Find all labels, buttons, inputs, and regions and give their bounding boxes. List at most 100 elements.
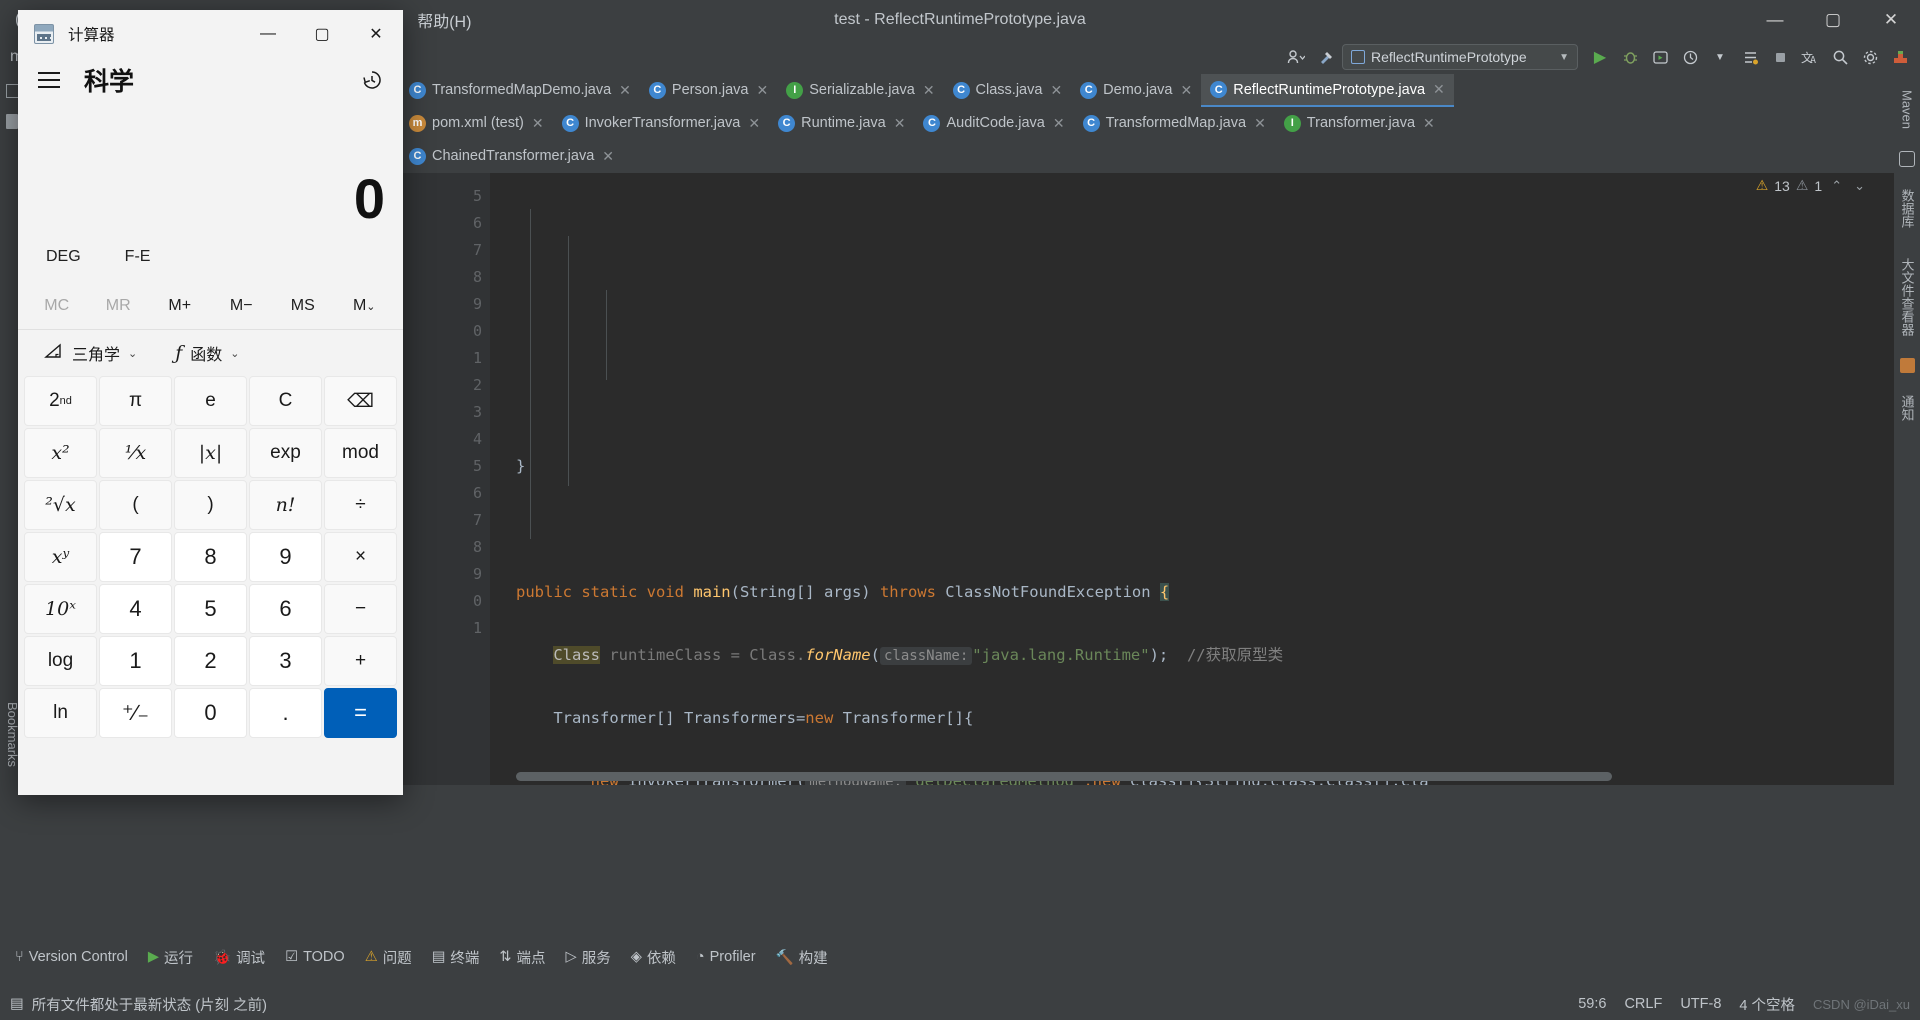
status-encoding[interactable]: UTF-8 bbox=[1680, 996, 1721, 1012]
calculator-display[interactable]: 0 bbox=[18, 103, 403, 231]
key-4[interactable]: 4 bbox=[99, 584, 172, 634]
trigonometry-dropdown[interactable]: 三角学 ⌄ bbox=[44, 341, 137, 365]
run-configuration-selector[interactable]: ReflectRuntimePrototype ▼ bbox=[1342, 44, 1578, 70]
key-ten-power-x[interactable]: 10ˣ bbox=[24, 584, 97, 634]
ide-maximize-button[interactable]: ▢ bbox=[1804, 0, 1862, 40]
previous-problem-icon[interactable]: ⌃ bbox=[1828, 178, 1845, 194]
tab-invokertransformer[interactable]: C InvokerTransformer.java ✕ bbox=[553, 107, 770, 140]
tab-auditcode[interactable]: C AuditCode.java ✕ bbox=[914, 107, 1073, 140]
bottom-item-version-control[interactable]: ⑂ Version Control bbox=[6, 946, 137, 968]
tab-reflectruntimeprototype[interactable]: C ReflectRuntimePrototype.java ✕ bbox=[1201, 74, 1454, 107]
key-e[interactable]: e bbox=[174, 376, 247, 426]
tab-transformer[interactable]: I Transformer.java ✕ bbox=[1275, 107, 1444, 140]
bottom-item-profiler[interactable]: ◔ Profiler bbox=[687, 946, 765, 968]
settings-gear-icon[interactable] bbox=[1856, 43, 1884, 71]
status-indent[interactable]: 4 个空格 bbox=[1739, 994, 1795, 1015]
close-icon[interactable]: ✕ bbox=[1053, 115, 1065, 132]
bottom-item-endpoints[interactable]: ⇅ 端点 bbox=[490, 944, 554, 971]
tab-runtime[interactable]: C Runtime.java ✕ bbox=[769, 107, 914, 140]
stop-button[interactable] bbox=[1766, 43, 1794, 71]
memory-add-button[interactable]: M+ bbox=[149, 297, 211, 315]
bottom-item-problems[interactable]: ⚠ 问题 bbox=[356, 944, 421, 971]
profiler-run-button[interactable] bbox=[1676, 43, 1704, 71]
tab-transformedmapdemo[interactable]: C TransformedMapDemo.java ✕ bbox=[400, 74, 640, 107]
right-strip-database-label[interactable]: 数据库 bbox=[1898, 181, 1917, 236]
close-icon[interactable]: ✕ bbox=[1180, 82, 1192, 99]
key-exp[interactable]: exp bbox=[249, 428, 322, 478]
key-clear[interactable]: C bbox=[249, 376, 322, 426]
close-icon[interactable]: ✕ bbox=[1254, 115, 1266, 132]
key-absolute-value[interactable]: |x| bbox=[174, 428, 247, 478]
tab-chainedtransformer[interactable]: C ChainedTransformer.java ✕ bbox=[400, 140, 623, 173]
bottom-item-dependencies[interactable]: ◈ 依赖 bbox=[622, 944, 685, 971]
memory-store-button[interactable]: MS bbox=[272, 297, 334, 315]
tab-class[interactable]: C Class.java ✕ bbox=[944, 74, 1072, 107]
bottom-item-services[interactable]: ▷ 服务 bbox=[557, 944, 620, 971]
calculator-close-button[interactable]: ✕ bbox=[349, 10, 403, 57]
plugin-icon[interactable] bbox=[1886, 43, 1914, 71]
translate-icon[interactable]: 文A bbox=[1796, 43, 1824, 71]
close-icon[interactable]: ✕ bbox=[894, 115, 906, 132]
more-run-options-icon[interactable] bbox=[1736, 43, 1764, 71]
key-ln[interactable]: ln bbox=[24, 688, 97, 738]
close-icon[interactable]: ✕ bbox=[748, 115, 760, 132]
chevron-down-icon-toolbar[interactable]: ▼ bbox=[1706, 43, 1734, 71]
key-x-squared[interactable]: x² bbox=[24, 428, 97, 478]
history-icon[interactable] bbox=[355, 63, 389, 97]
fe-toggle-button[interactable]: F-E bbox=[125, 248, 151, 266]
tab-person[interactable]: C Person.java ✕ bbox=[640, 74, 777, 107]
key-close-paren[interactable]: ) bbox=[174, 480, 247, 530]
bottom-item-build[interactable]: 🔨 构建 bbox=[767, 944, 837, 971]
memory-clear-button[interactable]: MC bbox=[26, 297, 88, 315]
close-icon[interactable]: ✕ bbox=[923, 82, 935, 99]
tab-serializable[interactable]: I Serializable.java ✕ bbox=[777, 74, 943, 107]
key-equals[interactable]: = bbox=[324, 688, 397, 738]
key-1[interactable]: 1 bbox=[99, 636, 172, 686]
calculator-maximize-button[interactable]: ▢ bbox=[295, 10, 349, 57]
menu-item-help[interactable]: 帮助(H) bbox=[408, 4, 480, 36]
tab-pom-xml[interactable]: m pom.xml (test) ✕ bbox=[400, 107, 553, 140]
right-strip-bigfile-label[interactable]: 大文件查看器 bbox=[1898, 250, 1917, 344]
editor-horizontal-scrollbar[interactable] bbox=[516, 772, 1612, 781]
key-3[interactable]: 3 bbox=[249, 636, 322, 686]
memory-recall-button[interactable]: MR bbox=[88, 297, 150, 315]
key-divide[interactable]: ÷ bbox=[324, 480, 397, 530]
right-strip-notifications-label[interactable]: 通知 bbox=[1898, 387, 1917, 429]
key-backspace[interactable]: ⌫ bbox=[324, 376, 397, 426]
user-profile-icon[interactable] bbox=[1282, 43, 1310, 71]
search-icon[interactable] bbox=[1826, 43, 1854, 71]
next-problem-icon[interactable]: ⌄ bbox=[1851, 178, 1868, 194]
code-content[interactable]: } public static void main(String[] args)… bbox=[516, 173, 1920, 785]
key-2[interactable]: 2 bbox=[174, 636, 247, 686]
key-factorial[interactable]: n! bbox=[249, 480, 322, 530]
database-icon[interactable] bbox=[1899, 151, 1915, 168]
close-icon[interactable]: ✕ bbox=[532, 115, 544, 132]
bottom-item-run[interactable]: ▶ 运行 bbox=[139, 944, 202, 971]
notification-icon[interactable] bbox=[1899, 358, 1915, 374]
close-icon[interactable]: ✕ bbox=[1050, 82, 1062, 99]
run-button[interactable]: ▶ bbox=[1586, 43, 1614, 71]
deg-toggle-button[interactable]: DEG bbox=[46, 248, 81, 266]
key-multiply[interactable]: × bbox=[324, 532, 397, 582]
code-editor[interactable]: ⚠ 13 ⚠ 1 ⌃ ⌄ 5 6 7 8 9 0 1 2 3 4 5 6 7 8… bbox=[400, 173, 1920, 785]
status-line-separator[interactable]: CRLF bbox=[1624, 996, 1662, 1012]
status-caret-position[interactable]: 59:6 bbox=[1578, 996, 1606, 1012]
bottom-item-todo[interactable]: ☑ TODO bbox=[276, 946, 354, 968]
ide-minimize-button[interactable]: — bbox=[1746, 0, 1804, 40]
close-icon[interactable]: ✕ bbox=[602, 148, 614, 165]
build-hammer-icon[interactable] bbox=[1312, 43, 1340, 71]
key-open-paren[interactable]: ( bbox=[99, 480, 172, 530]
close-icon[interactable]: ✕ bbox=[1423, 115, 1435, 132]
key-8[interactable]: 8 bbox=[174, 532, 247, 582]
memory-dropdown-button[interactable]: M⌄ bbox=[334, 297, 396, 315]
key-add[interactable]: + bbox=[324, 636, 397, 686]
tab-transformedmap[interactable]: C TransformedMap.java ✕ bbox=[1074, 107, 1275, 140]
run-with-coverage-button[interactable] bbox=[1646, 43, 1674, 71]
key-reciprocal[interactable]: ¹⁄x bbox=[99, 428, 172, 478]
key-plus-minus[interactable]: ⁺∕₋ bbox=[99, 688, 172, 738]
key-second[interactable]: 2nd bbox=[24, 376, 97, 426]
editor-gutter[interactable]: 5 6 7 8 9 0 1 2 3 4 5 6 7 8 9 0 1 bbox=[400, 173, 490, 785]
inspection-widget[interactable]: ⚠ 13 ⚠ 1 ⌃ ⌄ bbox=[1756, 177, 1868, 194]
close-icon[interactable]: ✕ bbox=[756, 82, 768, 99]
key-0[interactable]: 0 bbox=[174, 688, 247, 738]
